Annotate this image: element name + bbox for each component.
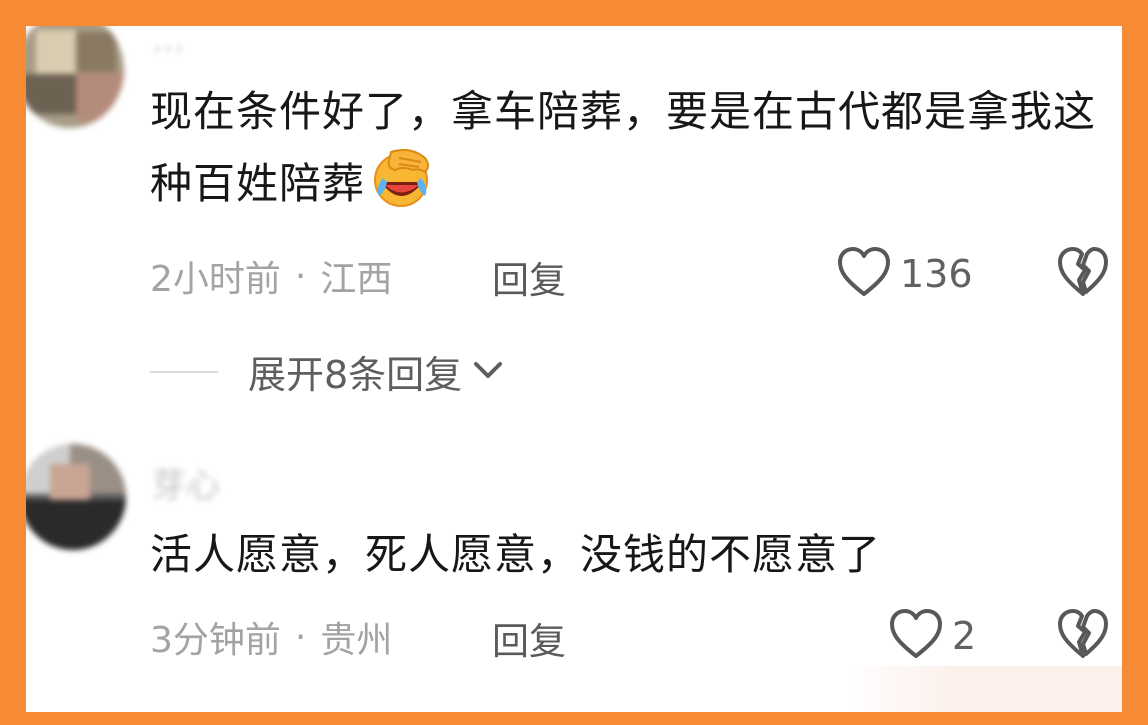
- username[interactable]: 芽心: [152, 458, 220, 507]
- avatar[interactable]: [26, 444, 126, 550]
- comment-text: 现在条件好了，拿车陪葬，要是在古代都是拿我这种百姓陪葬: [150, 76, 1110, 230]
- broken-heart-icon[interactable]: [1056, 608, 1110, 664]
- broken-heart-icon[interactable]: [1056, 246, 1110, 302]
- watermark-overlay: [846, 666, 1122, 712]
- like-button[interactable]: 2: [888, 608, 976, 664]
- like-count: 2: [952, 614, 977, 658]
- comment-text: 活人愿意，死人愿意，没钱的不愿意了: [150, 519, 1110, 591]
- separator-dot: ·: [294, 616, 307, 658]
- avatar[interactable]: [26, 26, 124, 128]
- comment-time: 2小时前: [150, 259, 281, 300]
- comment-meta: 3分钟前 · 贵州: [150, 611, 392, 663]
- comment-list: ... 现在条件好了，拿车陪葬，要是在古代都是拿我这种百姓陪葬 2小时前 · 江…: [26, 26, 1122, 712]
- comment-location: 江西: [320, 259, 393, 300]
- comment-body: 现在条件好了，拿车陪葬，要是在古代都是拿我这种百姓陪葬: [150, 87, 1097, 208]
- like-count: 136: [900, 252, 973, 296]
- reply-button[interactable]: 回复: [492, 250, 566, 304]
- facepalm-laughing-emoji-icon: [369, 148, 435, 230]
- divider: [150, 370, 218, 373]
- comment-meta: 2小时前 · 江西: [150, 250, 392, 302]
- expand-replies-row: 展开8条回复: [150, 344, 506, 399]
- chevron-down-icon: [470, 358, 506, 386]
- expand-replies-button[interactable]: 展开8条回复: [248, 344, 506, 399]
- like-button[interactable]: 136: [836, 246, 973, 302]
- comment-location: 贵州: [320, 620, 393, 661]
- comment-body: 活人愿意，死人愿意，没钱的不愿意了: [150, 530, 882, 579]
- comment-time: 3分钟前: [150, 620, 281, 661]
- heart-outline-icon: [836, 246, 892, 302]
- expand-replies-label: 展开8条回复: [248, 353, 463, 397]
- reply-button[interactable]: 回复: [492, 611, 566, 665]
- separator-dot: ·: [294, 255, 307, 297]
- heart-outline-icon: [888, 608, 944, 664]
- username[interactable]: ...: [152, 26, 184, 60]
